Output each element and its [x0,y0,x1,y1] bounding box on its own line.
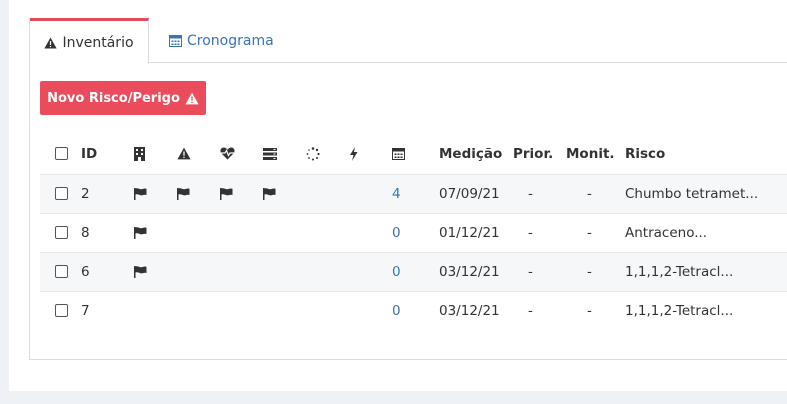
warning-icon [185,92,199,105]
calendar-icon [392,147,405,161]
row-id: 6 [81,251,134,291]
flag-icon [263,187,276,200]
tab-bar: Inventário Cronograma [30,18,787,64]
tab-inventario-label: Inventário [62,34,134,51]
warning-icon [177,147,191,160]
heartbeat-icon [220,147,235,160]
risk-table: ID Medição Prior. Monit. Risco 2 4 07/09… [40,134,787,330]
bolt-icon [349,146,358,161]
table-row[interactable]: 6 0 03/12/21- -1,1,1,2-Tetracl... [40,251,787,291]
col-medicao[interactable]: Medição [439,134,513,174]
row-id: 2 [81,173,134,213]
row-medicao: 01/12/21 [439,212,513,252]
new-risk-button-label: Novo Risco/Perigo [47,90,180,106]
row-medicao: 03/12/21 [439,290,513,330]
col-monit[interactable]: Monit. [566,134,625,174]
tab-cronograma[interactable]: Cronograma [169,18,274,63]
row-checkbox[interactable] [55,304,68,318]
row-id: 7 [81,290,134,330]
row-checkbox[interactable] [55,187,68,200]
row-id: 8 [81,212,134,252]
row-checkbox[interactable] [55,226,68,239]
flag-icon [134,226,147,239]
main-panel: Inventário Cronograma Novo Risco/Perigo … [9,0,787,391]
row-prior: - [513,290,566,330]
row-risco: Antraceno... [625,212,787,252]
measurement-count-link[interactable]: 0 [392,225,401,241]
tab-inventario[interactable]: Inventário [30,18,149,64]
row-checkbox[interactable] [55,265,68,278]
row-medicao: 07/09/21 [439,173,513,213]
col-risco[interactable]: Risco [625,134,787,174]
row-prior: - [513,173,566,213]
row-risco: 1,1,1,2-Tetracl... [625,251,787,291]
row-monit: - [566,290,625,330]
table-row[interactable]: 7 0 03/12/21- -1,1,1,2-Tetracl... [40,290,787,330]
flag-icon [134,187,147,200]
row-prior: - [513,212,566,252]
row-medicao: 03/12/21 [439,251,513,291]
row-monit: - [566,212,625,252]
measurement-count-link[interactable]: 0 [392,303,401,319]
row-monit: - [566,173,625,213]
warning-icon [44,37,58,49]
tab-cronograma-label: Cronograma [187,32,274,49]
flag-icon [220,187,233,200]
measurement-count-link[interactable]: 0 [392,264,401,280]
col-id[interactable]: ID [81,134,134,174]
col-prior[interactable]: Prior. [513,134,566,174]
server-icon [263,147,277,160]
flag-icon [134,265,147,278]
new-risk-button[interactable]: Novo Risco/Perigo [40,81,206,115]
row-monit: - [566,251,625,291]
row-risco: 1,1,1,2-Tetracl... [625,290,787,330]
select-all-checkbox[interactable] [55,147,68,161]
row-risco: Chumbo tetramet... [625,173,787,213]
flag-icon [177,187,190,200]
table-header-row: ID Medição Prior. Monit. Risco [40,134,787,174]
calendar-icon [169,34,182,47]
building-icon [134,146,145,161]
spinner-icon [306,146,320,161]
row-prior: - [513,251,566,291]
table-row[interactable]: 8 0 01/12/21- - Antraceno... [40,212,787,252]
table-row[interactable]: 2 4 07/09/21- - Chumbo tetramet... [40,173,787,213]
inventory-card: Inventário Cronograma Novo Risco/Perigo … [29,18,787,360]
measurement-count-link[interactable]: 4 [392,186,401,202]
